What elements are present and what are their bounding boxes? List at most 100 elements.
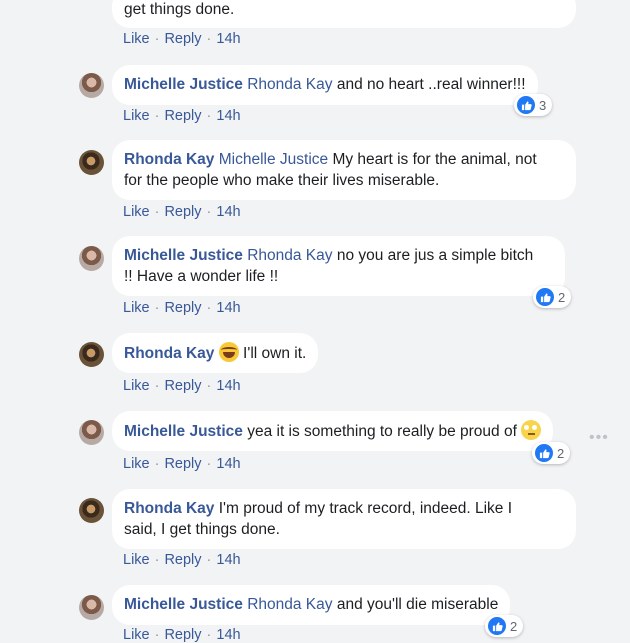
comment-text: get things done. xyxy=(124,1,235,18)
thumbs-up-icon xyxy=(488,617,506,635)
reply-link[interactable]: Reply xyxy=(164,204,201,220)
reaction-count: 2 xyxy=(558,289,566,305)
timestamp-link[interactable]: 14h xyxy=(216,31,240,47)
eye-roll-emoji-icon xyxy=(521,420,542,440)
mention-link[interactable]: Rhonda Kay xyxy=(247,596,332,613)
comment-actions: Like · Reply · 14h xyxy=(123,627,241,643)
reply-link[interactable]: Reply xyxy=(164,300,201,316)
avatar[interactable] xyxy=(79,595,104,620)
like-link[interactable]: Like xyxy=(123,552,150,568)
laughing-tears-emoji-icon xyxy=(218,342,239,362)
more-options-icon[interactable]: ••• xyxy=(589,429,609,447)
timestamp-link[interactable]: 14h xyxy=(216,552,240,568)
comment-bubble: Rhonda Kay Michelle Justice My heart is … xyxy=(112,140,576,200)
avatar[interactable] xyxy=(79,246,104,271)
comment-bubble: get things done. xyxy=(112,0,576,28)
like-link[interactable]: Like xyxy=(123,627,150,643)
comment-actions: Like · Reply · 14h xyxy=(123,456,241,472)
mention-link[interactable]: Michelle Justice xyxy=(219,151,328,168)
separator-dot: · xyxy=(154,108,160,124)
comment-bubble: Michelle Justice yea it is something to … xyxy=(112,411,554,451)
comment-text: said, I get things done. xyxy=(124,521,280,538)
avatar[interactable] xyxy=(79,342,104,367)
comment-text: and no heart ..real winner!!! xyxy=(332,76,526,93)
separator-dot: · xyxy=(206,204,212,220)
comment-bubble: Michelle Justice Rhonda Kay no you are j… xyxy=(112,236,565,296)
separator-dot: · xyxy=(206,31,212,47)
reaction-count: 2 xyxy=(557,445,565,461)
like-link[interactable]: Like xyxy=(123,204,150,220)
separator-dot: · xyxy=(154,204,160,220)
thumbs-up-icon xyxy=(536,288,554,306)
author-link[interactable]: Michelle Justice xyxy=(124,596,243,613)
timestamp-link[interactable]: 14h xyxy=(216,627,240,643)
reply-link[interactable]: Reply xyxy=(164,108,201,124)
reply-link[interactable]: Reply xyxy=(164,456,201,472)
comment-text: and you'll die miserable xyxy=(332,596,499,613)
like-link[interactable]: Like xyxy=(123,456,150,472)
separator-dot: · xyxy=(206,108,212,124)
reply-link[interactable]: Reply xyxy=(164,552,201,568)
timestamp-link[interactable]: 14h xyxy=(216,108,240,124)
separator-dot: · xyxy=(154,627,160,643)
like-link[interactable]: Like xyxy=(123,300,150,316)
comment-text: for the people who make their lives mise… xyxy=(124,172,440,189)
separator-dot: · xyxy=(206,552,212,568)
comment-text: I'll own it. xyxy=(238,345,307,362)
like-link[interactable]: Like xyxy=(123,108,150,124)
reply-link[interactable]: Reply xyxy=(164,31,201,47)
timestamp-link[interactable]: 14h xyxy=(216,456,240,472)
separator-dot: · xyxy=(154,552,160,568)
reaction-count: 3 xyxy=(539,97,547,113)
avatar[interactable] xyxy=(79,150,104,175)
separator-dot: · xyxy=(154,300,160,316)
avatar[interactable] xyxy=(79,498,104,523)
comment-actions: Like · Reply · 14h xyxy=(123,108,241,124)
reaction-badge[interactable]: 2 xyxy=(485,615,524,637)
separator-dot: · xyxy=(154,378,160,394)
separator-dot: · xyxy=(154,31,160,47)
author-link[interactable]: Rhonda Kay xyxy=(124,500,214,517)
separator-dot: · xyxy=(206,300,212,316)
comment-bubble: Rhonda Kay I'm proud of my track record,… xyxy=(112,489,576,549)
timestamp-link[interactable]: 14h xyxy=(216,204,240,220)
comment-actions: Like · Reply · 14h xyxy=(123,31,241,47)
comment-actions: Like · Reply · 14h xyxy=(123,552,241,568)
avatar[interactable] xyxy=(79,420,104,445)
comment-actions: Like · Reply · 14h xyxy=(123,300,241,316)
author-link[interactable]: Rhonda Kay xyxy=(124,345,214,362)
comment-text: yea it is something to really be proud o… xyxy=(242,423,522,440)
timestamp-link[interactable]: 14h xyxy=(216,378,240,394)
reaction-badge[interactable]: 2 xyxy=(533,286,572,308)
comment-actions: Like · Reply · 14h xyxy=(123,378,241,394)
author-link[interactable]: Rhonda Kay xyxy=(124,151,214,168)
comment-text: I'm proud of my track record, indeed. Li… xyxy=(214,500,513,517)
separator-dot: · xyxy=(154,456,160,472)
reaction-badge[interactable]: 3 xyxy=(514,94,553,116)
reaction-badge[interactable]: 2 xyxy=(532,442,571,464)
comment-text: !! Have a wonder life !! xyxy=(124,268,279,285)
reply-link[interactable]: Reply xyxy=(164,378,201,394)
like-link[interactable]: Like xyxy=(123,31,150,47)
comment-bubble: Michelle Justice Rhonda Kay and you'll d… xyxy=(112,585,511,625)
reaction-count: 2 xyxy=(510,618,518,634)
separator-dot: · xyxy=(206,456,212,472)
comment-bubble: Michelle Justice Rhonda Kay and no heart… xyxy=(112,65,538,105)
separator-dot: · xyxy=(206,378,212,394)
thumbs-up-icon xyxy=(535,444,553,462)
timestamp-link[interactable]: 14h xyxy=(216,300,240,316)
comment-actions: Like · Reply · 14h xyxy=(123,204,241,220)
avatar[interactable] xyxy=(79,73,104,98)
author-link[interactable]: Michelle Justice xyxy=(124,247,243,264)
comment-text: no you are jus a simple bitch xyxy=(332,247,534,264)
separator-dot: · xyxy=(206,627,212,643)
like-link[interactable]: Like xyxy=(123,378,150,394)
thumbs-up-icon xyxy=(517,96,535,114)
mention-link[interactable]: Rhonda Kay xyxy=(247,247,332,264)
mention-link[interactable]: Rhonda Kay xyxy=(247,76,332,93)
author-link[interactable]: Michelle Justice xyxy=(124,423,243,440)
comment-text: My heart is for the animal, not xyxy=(328,151,537,168)
comment-bubble: Rhonda Kay I'll own it. xyxy=(112,333,319,373)
author-link[interactable]: Michelle Justice xyxy=(124,76,243,93)
reply-link[interactable]: Reply xyxy=(164,627,201,643)
